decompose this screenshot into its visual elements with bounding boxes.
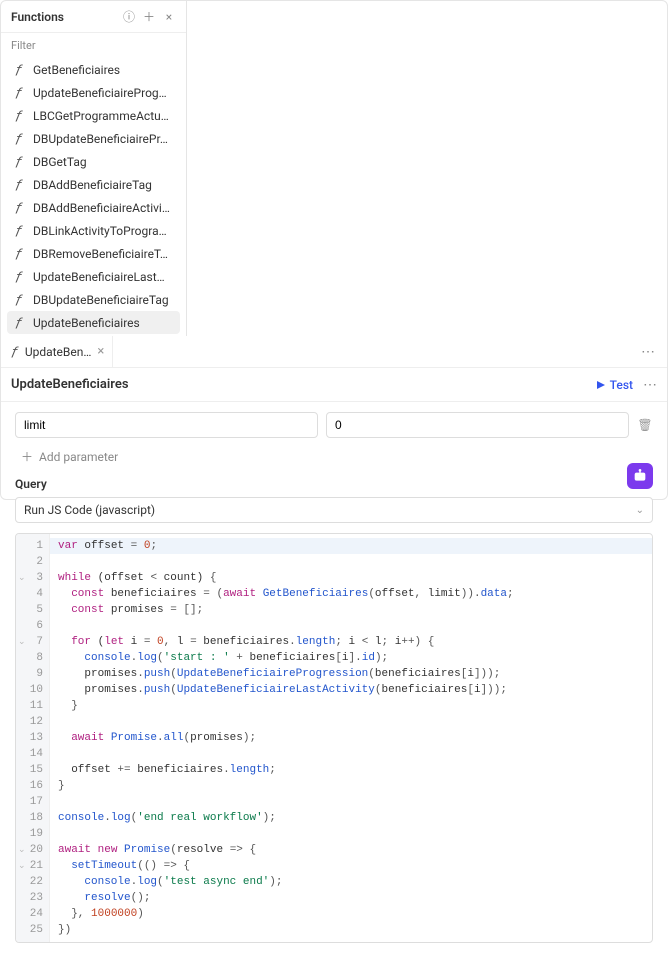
info-icon[interactable]: ⓘ [122, 10, 136, 24]
param-name-input[interactable] [15, 412, 318, 438]
sidebar-title: Functions [11, 10, 116, 24]
function-list-item[interactable]: ƒ DBAddBeneficiaireTag [7, 173, 180, 196]
function-list-item[interactable]: ƒ UpdateBeneficiaireProg… [7, 81, 180, 104]
function-label: DBRemoveBeneficiaireT… [33, 247, 168, 261]
function-list-item[interactable]: ƒ UpdateBeneficiaires [7, 311, 180, 334]
function-label: DBLinkActivityToProgra… [33, 224, 167, 238]
function-label: DBGetTag [33, 155, 87, 169]
function-list-item[interactable]: ƒ DBGetTag [7, 150, 180, 173]
function-label: GetBeneficiaires [33, 63, 120, 77]
function-icon: ƒ [13, 154, 25, 169]
code-body[interactable]: var offset = 0; while (offset < count) {… [50, 534, 652, 942]
add-parameter-button[interactable]: ＋ Add parameter [21, 448, 653, 465]
function-list-item[interactable]: ƒ DBUpdateBeneficiairePr… [7, 127, 180, 150]
editor-tabs: ƒ UpdateBen… × ⋯ [1, 336, 667, 368]
function-icon: ƒ [13, 177, 25, 192]
test-label: Test [610, 378, 633, 392]
function-icon: ƒ [13, 108, 25, 123]
line-gutter: 1234567891011121314151617181920212223242… [16, 534, 50, 942]
function-icon: ƒ [13, 292, 25, 307]
function-label: DBAddBeneficiaireTag [33, 178, 152, 192]
add-function-icon[interactable]: ＋ [142, 10, 156, 24]
tabs-more-icon[interactable]: ⋯ [637, 344, 659, 360]
function-list-item[interactable]: ƒ DBAddBeneficiaireActivi… [7, 196, 180, 219]
function-label: UpdateBeneficiaireLast… [33, 270, 165, 284]
function-label: UpdateBeneficiaireProg… [33, 86, 167, 100]
function-list-item[interactable]: ƒ DBRemoveBeneficiaireT… [7, 242, 180, 265]
param-value-input[interactable] [326, 412, 629, 438]
header-more-icon[interactable]: ⋯ [643, 377, 657, 393]
function-list: ƒ GetBeneficiaires ƒ UpdateBeneficiaireProg… [1, 56, 186, 336]
query-label: Query [15, 477, 653, 491]
test-button[interactable]: Test [596, 378, 633, 392]
function-icon: ƒ [13, 62, 25, 77]
function-icon: ƒ [13, 223, 25, 238]
add-param-label: Add parameter [39, 450, 118, 464]
function-icon: ƒ [13, 246, 25, 261]
main-panel: ƒ UpdateBen… × ⋯ UpdateBeneficiaires Tes… [1, 336, 667, 953]
function-list-item[interactable]: ƒ LBCGetProgrammeActu… [7, 104, 180, 127]
function-list-item[interactable]: ƒ GetBeneficiaires [7, 58, 180, 81]
chevron-down-icon: ⌄ [636, 505, 644, 516]
assistant-bot-icon[interactable] [627, 463, 653, 489]
function-list-item[interactable]: ƒ DBUpdateBeneficiaireTag [7, 288, 180, 311]
tab-updatebeneficiaires[interactable]: ƒ UpdateBen… × [1, 336, 113, 368]
query-runner-label: Run JS Code (javascript) [24, 503, 155, 517]
tab-label: UpdateBen… [25, 345, 92, 359]
function-icon: ƒ [13, 200, 25, 215]
function-label: DBUpdateBeneficiaireTag [33, 293, 169, 307]
plus-icon: ＋ [21, 448, 33, 465]
function-label: UpdateBeneficiaires [33, 316, 140, 330]
delete-param-icon[interactable]: 🗑 [637, 418, 653, 432]
parameter-row: 🗑 [15, 412, 653, 438]
function-label: DBAddBeneficiaireActivi… [33, 201, 170, 215]
functions-sidebar: Functions ⓘ ＋ × Filter ƒ GetBeneficiaires… [1, 1, 187, 336]
close-tab-icon[interactable]: × [97, 344, 104, 359]
function-label: DBUpdateBeneficiairePr… [33, 132, 168, 146]
function-header: UpdateBeneficiaires Test ⋯ [1, 368, 667, 402]
function-list-item[interactable]: ƒ DBLinkActivityToProgra… [7, 219, 180, 242]
query-type-select[interactable]: Run JS Code (javascript) ⌄ [15, 497, 653, 523]
function-icon: ƒ [13, 85, 25, 100]
function-title: UpdateBeneficiaires [11, 377, 596, 392]
close-sidebar-icon[interactable]: × [162, 10, 176, 24]
function-icon: ƒ [13, 269, 25, 284]
function-list-item[interactable]: ƒ UpdateBeneficiaireLast… [7, 265, 180, 288]
sidebar-header: Functions ⓘ ＋ × [1, 1, 186, 33]
code-editor[interactable]: 1234567891011121314151617181920212223242… [15, 533, 653, 943]
function-label: LBCGetProgrammeActu… [33, 109, 169, 123]
function-icon: ƒ [13, 131, 25, 146]
filter-input[interactable]: Filter [1, 33, 186, 56]
function-icon: ƒ [11, 344, 19, 359]
function-icon: ƒ [13, 315, 25, 330]
